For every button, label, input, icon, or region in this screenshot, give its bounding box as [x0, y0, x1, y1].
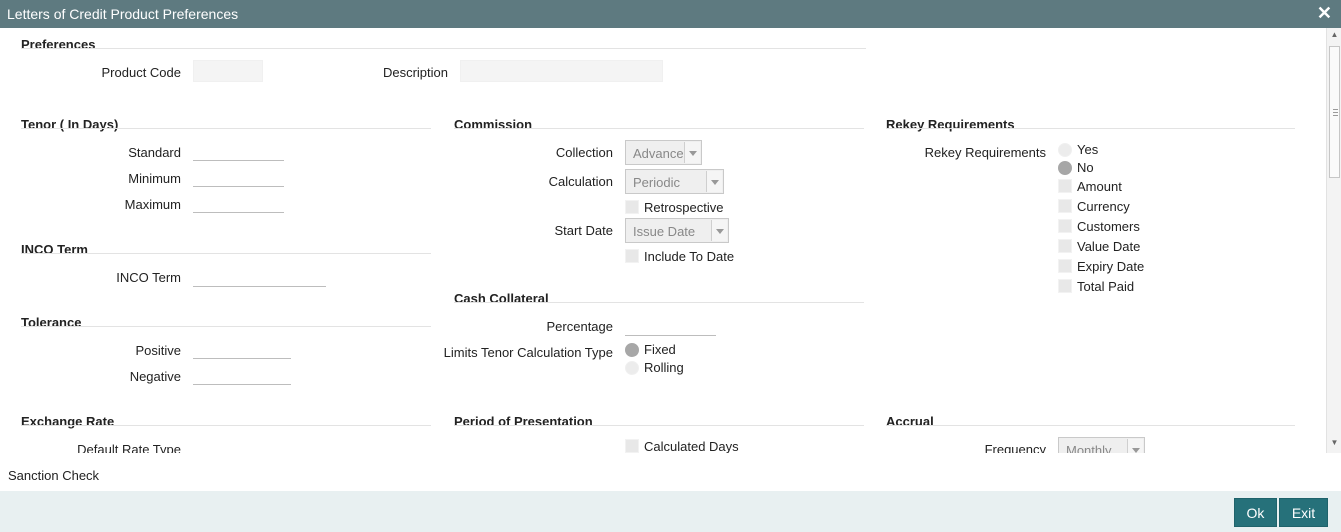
- divider: [886, 425, 1295, 426]
- frequency-label: Frequency: [984, 442, 1046, 453]
- start-date-select[interactable]: Issue Date: [625, 218, 729, 243]
- period-of-presentation-heading: Period of Presentation: [454, 414, 593, 429]
- frequency-value: Monthly: [1066, 443, 1112, 453]
- divider: [454, 128, 864, 129]
- product-code-input[interactable]: [193, 60, 263, 82]
- inco-heading: INCO Term: [21, 242, 88, 257]
- cash-collateral-heading: Cash Collateral: [454, 291, 549, 306]
- minimum-label: Minimum: [128, 171, 181, 186]
- expiry-date-label: Expiry Date: [1077, 259, 1145, 274]
- fixed-radio[interactable]: [625, 343, 639, 357]
- scroll-down-icon[interactable]: ▼: [1327, 436, 1341, 450]
- retrospective-checkbox[interactable]: [625, 200, 639, 214]
- commission-heading: Commission: [454, 117, 533, 132]
- calculated-days-label: Calculated Days: [644, 439, 739, 453]
- tolerance-heading: Tolerance: [21, 315, 82, 330]
- grip-line: [1333, 115, 1338, 116]
- minimum-input[interactable]: [193, 164, 284, 187]
- exchange-rate-heading: Exchange Rate: [21, 414, 115, 429]
- total-paid-checkbox[interactable]: [1058, 279, 1072, 293]
- collection-label: Collection: [555, 145, 613, 160]
- default-rate-type-label: Default Rate Type: [77, 442, 181, 453]
- divider: [454, 302, 864, 303]
- standard-label: Standard: [128, 145, 181, 160]
- standard-input[interactable]: [193, 138, 284, 161]
- divider: [21, 326, 431, 327]
- calculation-label: Calculation: [548, 174, 613, 189]
- product-code-label: Product Code: [101, 65, 182, 80]
- rekey-heading: Rekey Requirements: [886, 117, 1015, 132]
- scroll-up-icon[interactable]: ▲: [1327, 28, 1341, 42]
- description-input[interactable]: [460, 60, 663, 82]
- divider: [21, 48, 866, 49]
- value-date-checkbox[interactable]: [1058, 239, 1072, 253]
- currency-label: Currency: [1077, 199, 1130, 214]
- frequency-select[interactable]: Monthly: [1058, 437, 1145, 453]
- inco-term-input[interactable]: [193, 264, 326, 287]
- positive-input[interactable]: [193, 336, 291, 359]
- calculation-select[interactable]: Periodic: [625, 169, 724, 194]
- grip-line: [1333, 112, 1338, 113]
- rekey-label: Rekey Requirements: [924, 145, 1046, 160]
- maximum-input[interactable]: [193, 190, 284, 213]
- rekey-no-radio[interactable]: [1058, 161, 1072, 175]
- negative-input[interactable]: [193, 362, 291, 385]
- footer: [0, 491, 1341, 532]
- grip-line: [1333, 109, 1338, 110]
- rolling-radio[interactable]: [625, 361, 639, 375]
- collection-select[interactable]: Advance: [625, 140, 702, 165]
- scrollbar-thumb[interactable]: [1329, 46, 1340, 178]
- amount-checkbox[interactable]: [1058, 179, 1072, 193]
- divider: [454, 425, 864, 426]
- fixed-label: Fixed: [644, 342, 676, 357]
- include-to-date-checkbox[interactable]: [625, 249, 639, 263]
- preferences-heading: Preferences: [21, 37, 96, 52]
- currency-checkbox[interactable]: [1058, 199, 1072, 213]
- accrual-heading: Accrual: [886, 414, 934, 429]
- calculation-value: Periodic: [633, 175, 680, 190]
- vertical-scrollbar[interactable]: ▲ ▼: [1326, 28, 1341, 453]
- start-date-label: Start Date: [554, 223, 613, 238]
- chevron-down-icon[interactable]: [1127, 439, 1143, 453]
- include-to-date-label: Include To Date: [644, 249, 735, 264]
- divider: [21, 128, 431, 129]
- value-date-label: Value Date: [1077, 239, 1141, 254]
- chevron-down-icon[interactable]: [706, 171, 722, 192]
- chevron-down-icon[interactable]: [684, 142, 700, 163]
- tenor-heading: Tenor ( In Days): [21, 117, 119, 132]
- calculated-days-checkbox[interactable]: [625, 439, 639, 453]
- bottom-link-bar: Sanction Check: [0, 458, 1341, 491]
- divider: [21, 425, 431, 426]
- percentage-input[interactable]: [625, 313, 716, 336]
- form-content: Preferences Product Code Description Ten…: [0, 28, 1326, 453]
- maximum-label: Maximum: [124, 197, 181, 212]
- positive-label: Positive: [135, 343, 181, 358]
- sanction-check-link[interactable]: Sanction Check: [8, 468, 99, 483]
- divider: [21, 253, 431, 254]
- ok-button[interactable]: Ok: [1234, 498, 1277, 527]
- percentage-label: Percentage: [546, 319, 614, 334]
- exit-button[interactable]: Exit: [1279, 498, 1328, 527]
- expiry-date-checkbox[interactable]: [1058, 259, 1072, 273]
- start-date-value: Issue Date: [633, 224, 696, 239]
- customers-label: Customers: [1077, 219, 1140, 234]
- limits-tenor-label: Limits Tenor Calculation Type: [443, 345, 613, 360]
- window-title: Letters of Credit Product Preferences: [7, 6, 239, 22]
- rekey-no-label: No: [1077, 160, 1094, 175]
- amount-label: Amount: [1077, 179, 1122, 194]
- divider: [886, 128, 1295, 129]
- customers-checkbox[interactable]: [1058, 219, 1072, 233]
- rekey-yes-label: Yes: [1077, 142, 1099, 157]
- rekey-yes-radio[interactable]: [1058, 143, 1072, 157]
- collection-value: Advance: [633, 146, 684, 161]
- total-paid-label: Total Paid: [1077, 279, 1135, 294]
- close-icon[interactable]: ✕: [1317, 3, 1332, 24]
- inco-term-label: INCO Term: [116, 270, 181, 285]
- retrospective-label: Retrospective: [644, 200, 724, 215]
- description-label: Description: [382, 65, 448, 80]
- negative-label: Negative: [129, 369, 181, 384]
- title-bar: Letters of Credit Product Preferences ✕: [0, 0, 1341, 28]
- chevron-down-icon[interactable]: [711, 220, 727, 241]
- rolling-label: Rolling: [644, 360, 684, 375]
